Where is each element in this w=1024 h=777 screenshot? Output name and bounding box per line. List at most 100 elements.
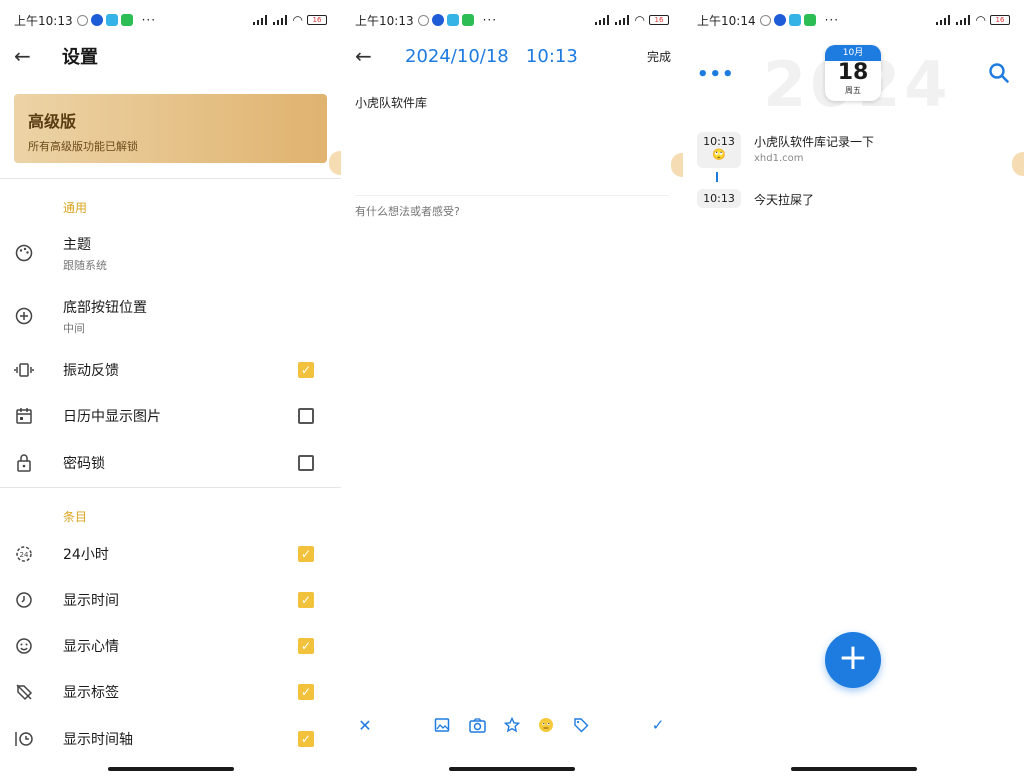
entry-time: 10:13	[525, 45, 578, 67]
thoughts-input[interactable]	[355, 205, 655, 218]
row-label: 显示标签	[63, 685, 119, 701]
row-label: 显示心情	[63, 639, 119, 655]
settings-row-passcode[interactable]: 密码锁	[0, 441, 341, 485]
app-notif-icon	[105, 14, 118, 26]
note-title[interactable]: 小虎队软件库	[355, 94, 427, 111]
settings-row-calendar-images[interactable]: 日历中显示图片	[0, 394, 341, 438]
settings-row-vibration[interactable]: 振动反馈 ✓	[0, 348, 341, 392]
calendar-weekday: 周五	[845, 86, 861, 95]
status-bar: 上午10:13 ··· ◠ 16	[14, 8, 327, 32]
app-notif-icon	[773, 14, 786, 26]
wechat-icon	[120, 14, 133, 26]
tag-off-icon	[14, 682, 34, 702]
entry-subtext: xhd1.com	[754, 153, 804, 164]
timeline-panel: 上午10:14 ··· ◠ 16 2024 ••• 10月 18 周五 10:1…	[683, 0, 1024, 777]
show-time-checkbox[interactable]: ✓	[298, 592, 314, 608]
camera-icon[interactable]	[466, 714, 488, 736]
star-icon[interactable]	[501, 714, 523, 736]
row-label: 底部按钮位置	[63, 299, 147, 316]
more-notifications-icon: ···	[141, 13, 157, 27]
more-menu-icon[interactable]: •••	[697, 64, 735, 85]
side-handle[interactable]	[671, 153, 683, 177]
show-tags-checkbox[interactable]: ✓	[298, 684, 314, 700]
image-icon[interactable]	[431, 714, 453, 736]
alarm-off-icon	[76, 14, 88, 26]
settings-row-24h[interactable]: 24 24小时 ✓	[0, 532, 341, 576]
palette-icon	[14, 243, 34, 263]
add-entry-button[interactable]: +	[825, 632, 881, 688]
list-item[interactable]: 10:13 🙄 小虎队软件库记录一下 xhd1.com	[697, 132, 1010, 172]
signal-icon	[955, 15, 972, 25]
24h-checkbox[interactable]: ✓	[298, 546, 314, 562]
home-indicator[interactable]	[791, 767, 917, 771]
settings-row-show-tags[interactable]: 显示标签 ✓	[0, 670, 341, 714]
lock-icon	[14, 453, 34, 473]
more-notifications-icon: ···	[824, 13, 840, 27]
row-label: 显示时间轴	[63, 732, 133, 748]
list-item[interactable]: 10:13 今天拉屎了	[697, 189, 1010, 211]
settings-row-show-timeline[interactable]: 显示时间轴 ✓	[0, 717, 341, 761]
row-label: 日历中显示图片	[63, 409, 161, 425]
home-indicator[interactable]	[449, 767, 575, 771]
row-label: 振动反馈	[63, 363, 119, 379]
settings-row-theme[interactable]: 主题 跟随系统	[0, 231, 341, 275]
back-arrow-icon[interactable]: ←	[355, 44, 379, 68]
close-icon[interactable]: ✕	[354, 714, 376, 736]
row-label: 显示时间	[63, 593, 119, 609]
show-mood-checkbox[interactable]: ✓	[298, 638, 314, 654]
battery-icon: 16	[990, 15, 1010, 25]
alarm-off-icon	[417, 14, 429, 26]
signal-icon	[272, 15, 289, 25]
row-label: 24小时	[63, 547, 109, 563]
back-arrow-icon[interactable]: ←	[14, 44, 38, 68]
settings-row-show-time[interactable]: 显示时间 ✓	[0, 578, 341, 622]
vibration-checkbox[interactable]: ✓	[298, 362, 314, 378]
svg-text:24: 24	[20, 551, 29, 559]
wifi-icon: ◠	[975, 13, 986, 27]
premium-title: 高级版	[28, 112, 77, 131]
status-time: 上午10:13	[14, 13, 73, 28]
battery-icon: 16	[307, 15, 327, 25]
alarm-off-icon	[759, 14, 771, 26]
entry-time: 10:13	[703, 192, 735, 205]
more-notifications-icon: ···	[482, 13, 498, 27]
row-label: 密码锁	[63, 456, 105, 472]
settings-row-bottom-button[interactable]: 底部按钮位置 中间	[0, 294, 341, 338]
confirm-check-icon[interactable]: ✓	[647, 714, 669, 736]
entry-text: 今天拉屎了	[754, 193, 815, 207]
entry-time: 10:13	[703, 135, 735, 148]
calendar-date-button[interactable]: 10月 18 周五	[825, 45, 881, 101]
row-sub: 跟随系统	[63, 258, 107, 272]
premium-card[interactable]: 高级版 所有高级版功能已解锁	[14, 94, 327, 163]
passcode-checkbox[interactable]	[298, 455, 314, 471]
entry-date-time[interactable]: 2024/10/18 10:13	[405, 46, 578, 67]
calendar-images-checkbox[interactable]	[298, 408, 314, 424]
mood-emoji-icon[interactable]	[535, 714, 557, 736]
signal-icon	[594, 15, 611, 25]
search-icon[interactable]	[988, 62, 1010, 84]
divider	[0, 487, 341, 488]
status-time: 上午10:13	[355, 13, 414, 28]
entry-time-badge: 10:13	[697, 189, 741, 208]
home-indicator[interactable]	[108, 767, 234, 771]
timeline-connector	[716, 172, 718, 182]
side-handle[interactable]	[329, 151, 341, 175]
status-bar: 上午10:14 ··· ◠ 16	[697, 8, 1010, 32]
wechat-icon	[803, 14, 816, 26]
editor-panel: 上午10:13 ··· ◠ 16 ← 2024/10/18 10:13 完成 小…	[341, 0, 683, 777]
mood-emoji-icon: 🙄	[712, 148, 726, 161]
divider	[0, 178, 341, 179]
wifi-icon: ◠	[634, 13, 645, 27]
tag-icon[interactable]	[570, 714, 592, 736]
vibration-icon	[14, 360, 34, 380]
entry-date: 2024/10/18	[405, 45, 509, 67]
editor-toolbar: ✕ ✓	[341, 714, 683, 736]
settings-row-show-mood[interactable]: 显示心情 ✓	[0, 624, 341, 668]
page-title: 设置	[62, 47, 98, 68]
show-timeline-checkbox[interactable]: ✓	[298, 731, 314, 747]
side-handle[interactable]	[1012, 152, 1024, 176]
section-label-general: 通用	[63, 201, 88, 215]
row-label: 主题	[63, 236, 91, 253]
done-button[interactable]: 完成	[647, 48, 671, 65]
wechat-icon	[461, 14, 474, 26]
